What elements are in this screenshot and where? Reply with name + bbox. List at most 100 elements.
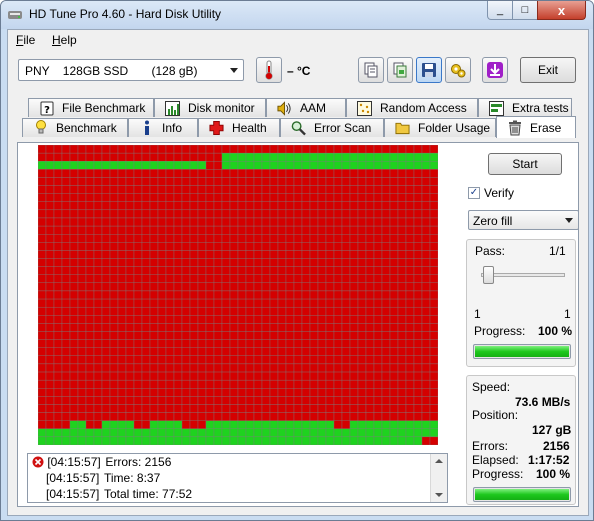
erase-block	[189, 185, 199, 194]
erase-block	[245, 298, 255, 308]
erase-block	[213, 225, 223, 235]
tab-erase[interactable]: Erase	[496, 116, 576, 138]
erase-block	[405, 355, 415, 365]
erase-block	[253, 152, 263, 162]
erase-block	[189, 177, 199, 186]
erase-block	[389, 242, 399, 251]
copy-screenshot-icon	[393, 62, 407, 78]
drive-select[interactable]: PNY 128GB SSD (128 gB)	[18, 59, 244, 81]
erase-block	[253, 242, 263, 251]
erase-block	[413, 234, 423, 243]
erase-block	[373, 161, 383, 170]
erase-block	[317, 201, 327, 211]
download-button[interactable]	[482, 57, 508, 83]
log-scrollbar[interactable]	[430, 454, 447, 502]
erase-block	[157, 258, 167, 267]
tab-disk-monitor[interactable]: Disk monitor	[154, 98, 266, 117]
erase-block	[85, 315, 95, 324]
erase-block	[277, 420, 287, 429]
erase-block	[333, 331, 343, 340]
tab-random-access[interactable]: Random Access	[346, 98, 478, 117]
maximize-button[interactable]: □	[512, 1, 538, 20]
tab-folder-usage[interactable]: Folder Usage	[384, 118, 496, 137]
erase-block	[421, 274, 431, 284]
erase-block	[205, 185, 215, 194]
tab-error-scan[interactable]: Error Scan	[280, 118, 384, 137]
erase-block	[157, 412, 167, 421]
erase-block	[253, 323, 263, 332]
erase-block	[349, 177, 359, 186]
erase-block	[117, 145, 127, 154]
erase-block	[109, 152, 119, 162]
erase-block	[165, 234, 175, 243]
erase-block	[373, 258, 383, 267]
pass-slider-thumb[interactable]	[483, 266, 494, 284]
erase-block	[237, 331, 247, 340]
erase-block	[397, 339, 407, 348]
tab-benchmark[interactable]: Benchmark	[22, 118, 128, 137]
erase-block	[317, 298, 327, 308]
copy-info-button[interactable]	[358, 57, 384, 83]
copy-screenshot-button[interactable]	[387, 57, 413, 83]
erase-block	[77, 169, 87, 178]
erase-block	[125, 436, 135, 445]
scroll-down-icon[interactable]	[435, 493, 443, 497]
erase-block	[285, 152, 295, 162]
file-benchmark-icon: ?	[39, 101, 54, 116]
erase-block	[405, 177, 415, 186]
menu-help[interactable]: Help	[52, 33, 77, 47]
erase-block	[69, 412, 79, 421]
erase-block	[205, 306, 215, 316]
erase-block	[69, 185, 79, 194]
erase-block	[245, 152, 255, 162]
erase-block	[117, 193, 127, 202]
erase-block	[197, 242, 207, 251]
erase-block	[197, 371, 207, 381]
tab-info[interactable]: Info	[128, 118, 198, 137]
tab-file-benchmark[interactable]: ? File Benchmark	[28, 98, 154, 117]
erase-block	[69, 298, 79, 308]
erase-block	[101, 355, 111, 365]
erase-block	[349, 152, 359, 162]
close-button[interactable]: x	[537, 1, 586, 20]
erase-block	[93, 323, 103, 332]
tab-aam[interactable]: AAM	[266, 98, 346, 117]
erase-block	[341, 355, 351, 365]
erase-block	[85, 185, 95, 194]
erase-block	[173, 250, 183, 259]
erase-block	[429, 177, 438, 186]
erase-block	[125, 209, 135, 219]
erase-block	[213, 298, 223, 308]
start-button[interactable]: Start	[488, 153, 562, 175]
erase-block	[69, 282, 79, 292]
options-button[interactable]	[445, 57, 471, 83]
erase-block	[109, 306, 119, 316]
fill-mode-select[interactable]: Zero fill	[468, 210, 579, 230]
erase-block	[357, 250, 367, 259]
erase-block	[277, 145, 287, 154]
erase-block	[413, 331, 423, 340]
erase-block	[213, 355, 223, 365]
erase-block	[93, 355, 103, 365]
erase-block	[349, 355, 359, 365]
verify-checkbox[interactable]: ✓	[468, 187, 480, 199]
erase-block	[365, 250, 375, 259]
tab-extra-tests[interactable]: Extra tests	[478, 98, 572, 117]
erase-block	[349, 250, 359, 259]
scroll-up-icon[interactable]	[435, 459, 443, 463]
erase-block	[325, 193, 335, 202]
save-button[interactable]	[416, 57, 442, 83]
erase-block	[53, 404, 63, 413]
erase-block	[413, 363, 423, 373]
temperature-button[interactable]	[256, 57, 282, 83]
menu-file[interactable]: File	[16, 33, 35, 47]
erase-block	[205, 347, 215, 356]
erase-block	[197, 420, 207, 429]
exit-button[interactable]: Exit	[520, 57, 576, 83]
minimize-button[interactable]: _	[487, 1, 513, 20]
erase-block	[165, 428, 175, 438]
erase-block	[149, 234, 159, 243]
erase-block	[277, 331, 287, 340]
tab-health[interactable]: Health	[198, 118, 280, 137]
erase-block	[317, 355, 327, 365]
